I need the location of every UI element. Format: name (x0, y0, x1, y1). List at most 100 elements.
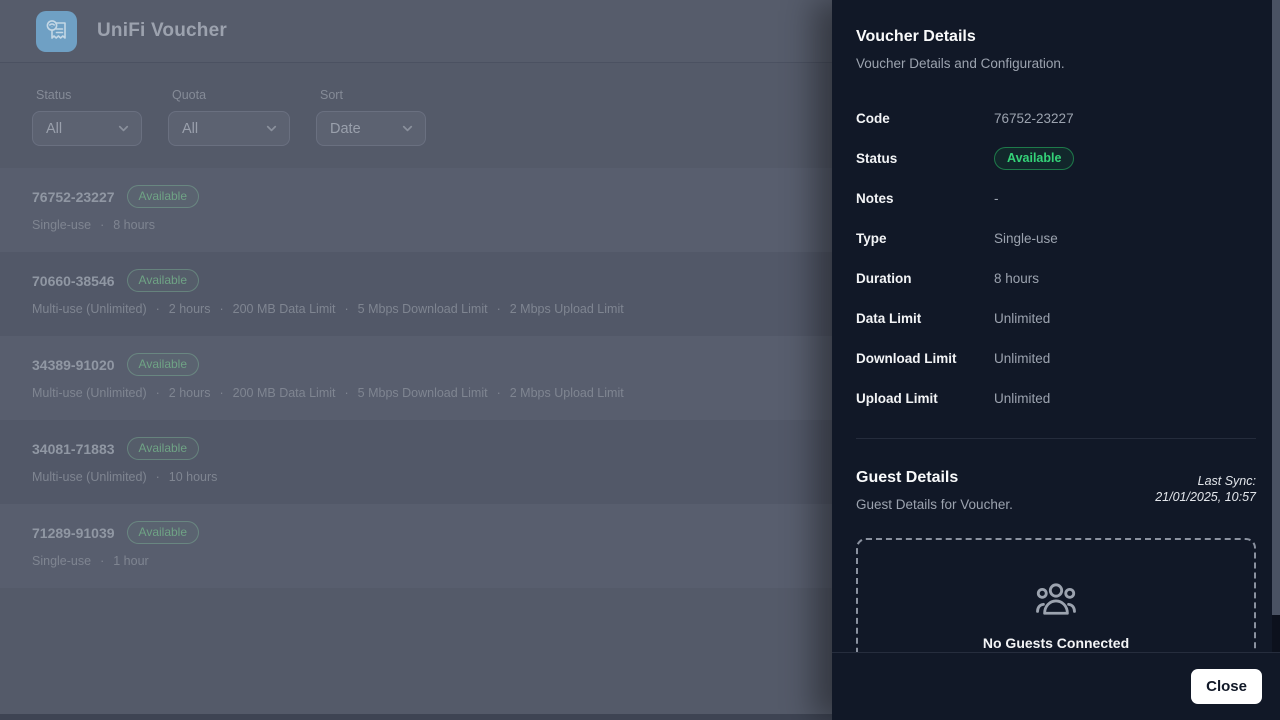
status-badge: Available (127, 353, 199, 376)
voucher-row[interactable]: 70660-38546 Available Multi-use (Unlimited… (0, 252, 832, 336)
voucher-meta: Single-use · 8 hours (32, 218, 832, 232)
voucher-meta-part: Multi-use (Unlimited) (32, 470, 147, 484)
panel-footer: Close (832, 652, 1280, 720)
detail-row: Upload LimitUnlimited (856, 378, 1256, 418)
app-logo-icon (36, 11, 77, 52)
panel-content: Voucher Details Voucher Details and Conf… (832, 0, 1272, 652)
voucher-meta: Multi-use (Unlimited) · 2 hours · 200 MB Dat… (32, 386, 832, 400)
select-value: All (46, 121, 62, 137)
voucher-code: 34389-91020 (32, 357, 115, 373)
dot-separator: · (497, 302, 501, 316)
field-value: Unlimited (994, 391, 1050, 406)
voucher-code: 71289-91039 (32, 525, 115, 541)
voucher-meta-part: Multi-use (Unlimited) (32, 302, 147, 316)
voucher-meta: Multi-use (Unlimited) · 2 hours · 200 MB Dat… (32, 302, 832, 316)
scrollbar-thumb[interactable] (1272, 0, 1280, 615)
status-badge: Available (127, 269, 199, 292)
status-badge: Available (127, 521, 199, 544)
select-value: Date (330, 121, 361, 137)
chevron-down-icon (116, 121, 131, 136)
field-value: Single-use (994, 231, 1058, 246)
field-label: Status (856, 151, 994, 166)
voucher-list: 76752-23227 Available Single-use · 8 hours 70… (0, 168, 832, 588)
close-button[interactable]: Close (1191, 669, 1262, 704)
dot-separator: · (156, 386, 160, 400)
status-filter-select[interactable]: All (32, 111, 142, 146)
field-value: Unlimited (994, 311, 1050, 326)
panel-subtitle: Voucher Details and Configuration. (856, 56, 1256, 71)
detail-fields: Code76752-23227StatusAvailableNotes-Type… (856, 98, 1256, 418)
quota-filter: Quota All (168, 88, 290, 146)
voucher-meta-part: Single-use (32, 218, 91, 232)
field-value: 76752-23227 (994, 111, 1074, 126)
status-filter: Status All (32, 88, 142, 146)
last-sync-label: Last Sync: (1155, 473, 1256, 489)
dot-separator: · (219, 302, 223, 316)
quota-filter-select[interactable]: All (168, 111, 290, 146)
filter-label: Status (36, 88, 142, 102)
status-badge: Available (127, 437, 199, 460)
voucher-row[interactable]: 34081-71883 Available Multi-use (Unlimited… (0, 420, 832, 504)
detail-row: Code76752-23227 (856, 98, 1256, 138)
dot-separator: · (219, 386, 223, 400)
voucher-code: 34081-71883 (32, 441, 115, 457)
voucher-meta: Single-use·1 hour (32, 554, 832, 568)
field-label: Code (856, 111, 994, 126)
guest-details-header: Guest Details Guest Details for Voucher.… (856, 469, 1256, 512)
status-badge: Available (127, 185, 199, 208)
panel-scrollbar[interactable] (1272, 0, 1280, 652)
last-sync: Last Sync: 21/01/2025, 10:57 (1155, 469, 1256, 505)
voucher-row[interactable]: 76752-23227 Available Single-use · 8 hours (0, 168, 832, 252)
detail-row: Duration8 hours (856, 258, 1256, 298)
voucher-meta-part: 2 Mbps Upload Limit (510, 386, 624, 400)
filter-label: Quota (172, 88, 290, 102)
detail-row: Download LimitUnlimited (856, 338, 1256, 378)
field-label: Duration (856, 271, 994, 286)
field-value: 8 hours (994, 271, 1039, 286)
no-guests-text: No Guests Connected (858, 635, 1254, 651)
dot-separator: · (497, 386, 501, 400)
users-group-icon (1034, 582, 1078, 618)
voucher-meta: Multi-use (Unlimited) · 10 hours (32, 470, 832, 484)
dot-separator: · (344, 386, 348, 400)
guest-details-subtitle: Guest Details for Voucher. (856, 497, 1013, 512)
voucher-meta-part: 200 MB Data Limit (233, 386, 336, 400)
detail-row: Notes- (856, 178, 1256, 218)
voucher-details-panel: Voucher Details Voucher Details and Conf… (832, 0, 1280, 720)
voucher-meta-part: Multi-use (Unlimited) (32, 386, 147, 400)
voucher-row[interactable]: 71289-91039 Available Single-use·1 hour (0, 504, 832, 588)
voucher-meta-part: 5 Mbps Download Limit (358, 386, 488, 400)
page-title: UniFi Voucher (97, 20, 227, 42)
field-label: Notes (856, 191, 994, 206)
voucher-meta-part: 200 MB Data Limit (233, 302, 336, 316)
voucher-meta-part: 5 Mbps Download Limit (358, 302, 488, 316)
no-guests-box: No Guests Connected (856, 538, 1256, 652)
voucher-meta-part: 2 hours (169, 386, 211, 400)
field-value: Unlimited (994, 351, 1050, 366)
field-label: Data Limit (856, 311, 994, 326)
section-divider (856, 438, 1256, 439)
filter-bar: Status All Quota All Sort Date (32, 88, 426, 146)
last-sync-value: 21/01/2025, 10:57 (1155, 489, 1256, 505)
detail-row: TypeSingle-use (856, 218, 1256, 258)
panel-title: Voucher Details (856, 28, 1256, 46)
filter-label: Sort (320, 88, 426, 102)
voucher-meta-part: 10 hours (169, 470, 218, 484)
voucher-code: 76752-23227 (32, 189, 115, 205)
sort-filter-select[interactable]: Date (316, 111, 426, 146)
sort-filter: Sort Date (316, 88, 426, 146)
voucher-meta-part: 2 hours (169, 302, 211, 316)
voucher-row[interactable]: 34389-91020 Available Multi-use (Unlimited… (0, 336, 832, 420)
dot-separator: · (156, 470, 160, 484)
guest-details-title: Guest Details (856, 469, 1013, 487)
voucher-meta-part: 1 hour (113, 554, 148, 568)
voucher-meta-part: Single-use (32, 554, 91, 568)
detail-row: StatusAvailable (856, 138, 1256, 178)
voucher-code: 70660-38546 (32, 273, 115, 289)
voucher-meta-part: 2 Mbps Upload Limit (510, 302, 624, 316)
detail-row: Data LimitUnlimited (856, 298, 1256, 338)
dot-separator: · (156, 302, 160, 316)
voucher-meta-part: 8 hours (113, 218, 155, 232)
field-value: - (994, 191, 999, 206)
dot-separator: · (100, 218, 104, 232)
